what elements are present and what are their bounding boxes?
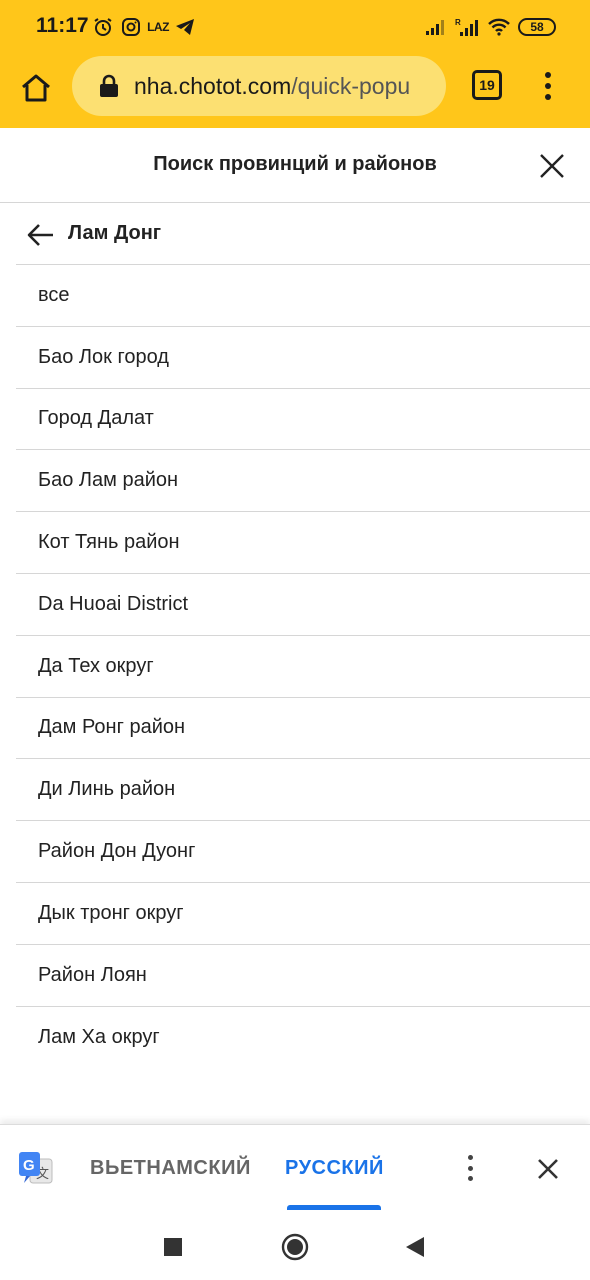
district-item[interactable]: Город Далат <box>16 389 590 451</box>
close-icon <box>540 154 564 178</box>
district-item[interactable]: все <box>16 265 590 327</box>
home-button[interactable] <box>16 68 56 108</box>
menu-dot-icon <box>545 72 551 78</box>
url-bar[interactable]: nha.chotot.com/quick-popu <box>72 56 446 116</box>
page-title: Поиск провинций и районов <box>153 153 437 175</box>
close-icon <box>538 1159 558 1179</box>
district-item[interactable]: Лам Ха округ <box>16 1007 590 1069</box>
signal-roaming-icon: R <box>454 16 480 38</box>
url-path: /quick-popu <box>291 73 411 99</box>
svg-text:R: R <box>455 18 461 27</box>
district-item[interactable]: Ди Линь район <box>16 759 590 822</box>
district-item[interactable]: Да Тех округ <box>16 636 590 698</box>
translate-bar: 文 G ВЬЕТНАМСКИЙ РУССКИЙ <box>0 1124 590 1210</box>
menu-dot-icon <box>467 1155 473 1160</box>
battery-icon: 58 <box>518 18 556 36</box>
wifi-icon <box>486 16 512 38</box>
menu-dot-icon <box>545 94 551 100</box>
laz-icon: LAZ <box>147 20 169 34</box>
recents-button[interactable] <box>158 1232 188 1262</box>
square-icon <box>164 1238 182 1256</box>
telegram-icon <box>174 16 196 38</box>
district-item[interactable]: Район Лоян <box>16 945 590 1007</box>
home-icon <box>22 74 50 102</box>
close-popup-button[interactable] <box>532 146 572 186</box>
lock-icon <box>100 74 118 97</box>
district-item[interactable]: Район Дон Дуонг <box>16 821 590 883</box>
district-item[interactable]: Da Huoai District <box>16 574 590 636</box>
system-nav-bar <box>0 1210 590 1280</box>
district-item[interactable]: Дам Ронг район <box>16 698 590 760</box>
signal-icon <box>424 16 448 38</box>
district-item[interactable]: Бао Лок город <box>16 327 590 389</box>
circle-icon <box>281 1233 309 1261</box>
svg-text:G: G <box>23 1157 35 1174</box>
back-arrow-icon <box>27 224 53 246</box>
province-back-row[interactable]: Лам Донг <box>16 204 590 265</box>
alarm-icon <box>92 16 114 38</box>
google-translate-icon: 文 G <box>19 1152 53 1184</box>
menu-dot-icon <box>545 83 551 89</box>
home-nav-button[interactable] <box>280 1232 310 1262</box>
browser-menu-button[interactable] <box>534 70 562 102</box>
status-time: 11:17 <box>36 14 89 37</box>
district-item[interactable]: Дык тронг округ <box>16 883 590 945</box>
status-bar: 11:17 LAZ R 58 <box>0 0 590 54</box>
district-item[interactable]: Кот Тянь район <box>16 512 590 574</box>
back-nav-button[interactable] <box>400 1232 430 1262</box>
menu-dot-icon <box>467 1165 473 1171</box>
translate-close-button[interactable] <box>528 1149 568 1189</box>
district-item[interactable]: Бао Лам район <box>16 450 590 513</box>
url-domain: nha.chotot.com <box>134 73 292 99</box>
province-name: Лам Донг <box>68 222 162 244</box>
target-language-tab[interactable]: РУССКИЙ <box>285 1157 384 1180</box>
source-language-tab[interactable]: ВЬЕТНАМСКИЙ <box>90 1157 251 1180</box>
menu-dot-icon <box>467 1176 473 1181</box>
browser-chrome: 11:17 LAZ R 58 nha.chotot.com/quick-popu… <box>0 0 590 128</box>
tab-switcher-button[interactable]: 19 <box>472 70 502 100</box>
instagram-icon <box>120 16 142 38</box>
translate-menu-button[interactable] <box>458 1153 482 1183</box>
triangle-back-icon <box>406 1237 424 1257</box>
url-text: nha.chotot.com/quick-popu <box>134 73 410 100</box>
popup-header: Поиск провинций и районов <box>0 128 590 203</box>
district-list: все Бао Лок город Город Далат Бао Лам ра… <box>16 265 590 1068</box>
